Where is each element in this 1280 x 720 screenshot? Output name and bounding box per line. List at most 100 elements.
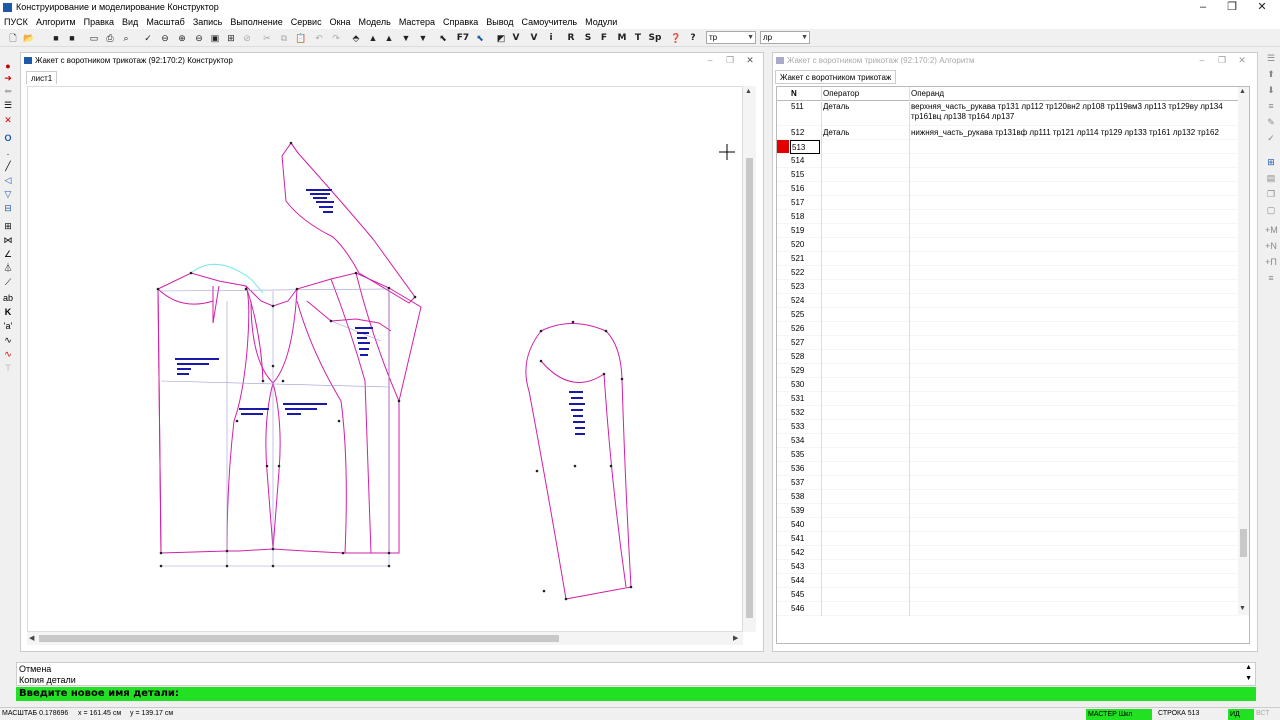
row-selector[interactable]	[777, 140, 789, 153]
operand-cell[interactable]	[909, 476, 1239, 490]
operator-cell[interactable]	[821, 476, 908, 490]
table-row[interactable]: 545	[777, 588, 1239, 602]
rt-box-icon[interactable]: ▤	[1265, 172, 1277, 184]
menu-item-view[interactable]: Вид	[118, 15, 142, 29]
context-help-icon[interactable]: ?	[687, 32, 699, 44]
operand-cell[interactable]	[909, 280, 1239, 294]
operand-cell[interactable]	[909, 252, 1239, 266]
row-selector[interactable]	[777, 434, 789, 447]
operand-cell[interactable]	[909, 238, 1239, 252]
tb-sp-button[interactable]: Sp	[647, 32, 663, 44]
menu-item-output[interactable]: Вывод	[482, 15, 517, 29]
canvas-vertical-scrollbar[interactable]: ▲	[743, 86, 756, 632]
arrow-up-outline-icon[interactable]: ▲	[383, 32, 395, 44]
operator-cell[interactable]	[821, 602, 908, 616]
row-selector[interactable]	[777, 322, 789, 335]
print-preview-icon[interactable]: ▭	[88, 32, 100, 44]
row-selector[interactable]	[777, 294, 789, 307]
operator-cell[interactable]	[821, 504, 908, 518]
operand-cell[interactable]	[909, 546, 1239, 560]
zoom-icon[interactable]: ⊖	[193, 32, 205, 44]
paste-icon[interactable]: 📋	[295, 32, 307, 44]
table-row[interactable]: 544	[777, 574, 1239, 588]
shape3-tool-icon[interactable]: ⊟	[2, 202, 14, 214]
rt-add-icon[interactable]: ⊞	[1265, 156, 1277, 168]
rt-insert-n-icon[interactable]: +N	[1265, 240, 1277, 252]
table-row[interactable]: 530	[777, 378, 1239, 392]
operator-cell[interactable]	[821, 588, 908, 602]
tb-t-button[interactable]: T	[632, 32, 644, 44]
tb-m-button[interactable]: M	[616, 32, 628, 44]
menu-item-tutorial[interactable]: Самоучитель	[518, 15, 582, 29]
zoom-out-icon[interactable]: ⊖	[159, 32, 171, 44]
operand-cell[interactable]	[909, 420, 1239, 434]
row-selector[interactable]	[777, 350, 789, 363]
close-icon[interactable]: ✕	[1248, 0, 1276, 15]
operator-cell[interactable]	[821, 574, 908, 588]
operator-cell[interactable]	[821, 168, 908, 182]
scroll-left-icon[interactable]: ◀	[29, 634, 34, 642]
row-selector[interactable]	[777, 238, 789, 251]
text-tool-icon[interactable]: 'a'	[2, 320, 14, 332]
preview-icon[interactable]: ⌕	[120, 32, 132, 44]
row-selector[interactable]	[777, 364, 789, 377]
menu-item-run[interactable]: Выполнение	[226, 15, 286, 29]
menu-item-record[interactable]: Запись	[189, 15, 227, 29]
operator-cell[interactable]	[821, 378, 908, 392]
scroll-up-icon[interactable]: ▲	[745, 88, 752, 95]
operator-cell[interactable]	[821, 336, 908, 350]
arrow-down-bold-icon[interactable]: ▼	[417, 32, 429, 44]
row-selector[interactable]	[777, 490, 789, 503]
table-row[interactable]: 534	[777, 434, 1239, 448]
row-selector[interactable]	[777, 280, 789, 293]
table-row[interactable]: 512 Деталь нижняя_часть_рукава тр131вф лр1…	[777, 126, 1239, 140]
row-selector[interactable]	[777, 266, 789, 279]
table-row[interactable]: 511 Деталь верхняя_часть_рукава тр131 лр11…	[777, 102, 1239, 126]
restore-icon[interactable]: ❐	[1213, 54, 1231, 66]
table-row[interactable]: 519	[777, 224, 1239, 238]
arrow-down-icon[interactable]: ▼	[400, 32, 412, 44]
redo-icon[interactable]: ↷	[330, 32, 342, 44]
operator-cell[interactable]	[821, 196, 908, 210]
operator-cell[interactable]	[821, 224, 908, 238]
operand-cell[interactable]	[909, 462, 1239, 476]
operand-cell[interactable]	[909, 196, 1239, 210]
operator-cell[interactable]	[821, 364, 908, 378]
operator-cell[interactable]	[821, 532, 908, 546]
menu-item-masters[interactable]: Мастера	[395, 15, 439, 29]
scroll-thumb[interactable]	[1240, 529, 1247, 557]
rt-copy-icon[interactable]: ❐	[1265, 188, 1277, 200]
row-selector[interactable]	[777, 406, 789, 419]
operator-cell[interactable]	[821, 210, 908, 224]
cut-icon[interactable]: ✂	[261, 32, 273, 44]
scroll-thumb[interactable]	[39, 635, 559, 642]
canvas-horizontal-scrollbar[interactable]: ◀ ▶	[27, 632, 743, 645]
close-icon[interactable]: ✕	[1233, 54, 1251, 66]
grid-vertical-scrollbar[interactable]: ▲ ▼	[1238, 87, 1249, 615]
table-row[interactable]: 543	[777, 560, 1239, 574]
table-row[interactable]: 528	[777, 350, 1239, 364]
operand-cell[interactable]	[909, 266, 1239, 280]
shape-tool-icon[interactable]: ◁	[2, 174, 14, 186]
table-row[interactable]: 542	[777, 546, 1239, 560]
operand-cell[interactable]	[909, 140, 1239, 154]
scroll-up-icon[interactable]: ▲	[1245, 664, 1252, 671]
row-selector[interactable]	[777, 532, 789, 545]
table-row[interactable]: 525	[777, 308, 1239, 322]
table-row[interactable]: 535	[777, 448, 1239, 462]
table-row[interactable]: 529	[777, 364, 1239, 378]
operand-cell[interactable]	[909, 182, 1239, 196]
minimize-icon[interactable]: –	[1189, 0, 1217, 15]
operator-cell[interactable]	[821, 420, 908, 434]
operator-cell[interactable]	[821, 238, 908, 252]
table-row[interactable]: 538	[777, 490, 1239, 504]
algorithm-grid[interactable]: N Оператор Операнд 511 Деталь верхняя_часть_р…	[776, 86, 1250, 644]
tab-algorithm[interactable]: Жакет с воротником трикотаж	[775, 70, 897, 84]
menu-item-help[interactable]: Справка	[439, 15, 482, 29]
table-row[interactable]: 521	[777, 252, 1239, 266]
menu-item-service[interactable]: Сервис	[287, 15, 326, 29]
table-row[interactable]: 533	[777, 420, 1239, 434]
tb-v2-button[interactable]: V	[528, 32, 540, 44]
arrow-left-icon[interactable]: ⬅	[2, 85, 14, 97]
mark-tool-icon[interactable]: ⏃	[2, 262, 14, 274]
